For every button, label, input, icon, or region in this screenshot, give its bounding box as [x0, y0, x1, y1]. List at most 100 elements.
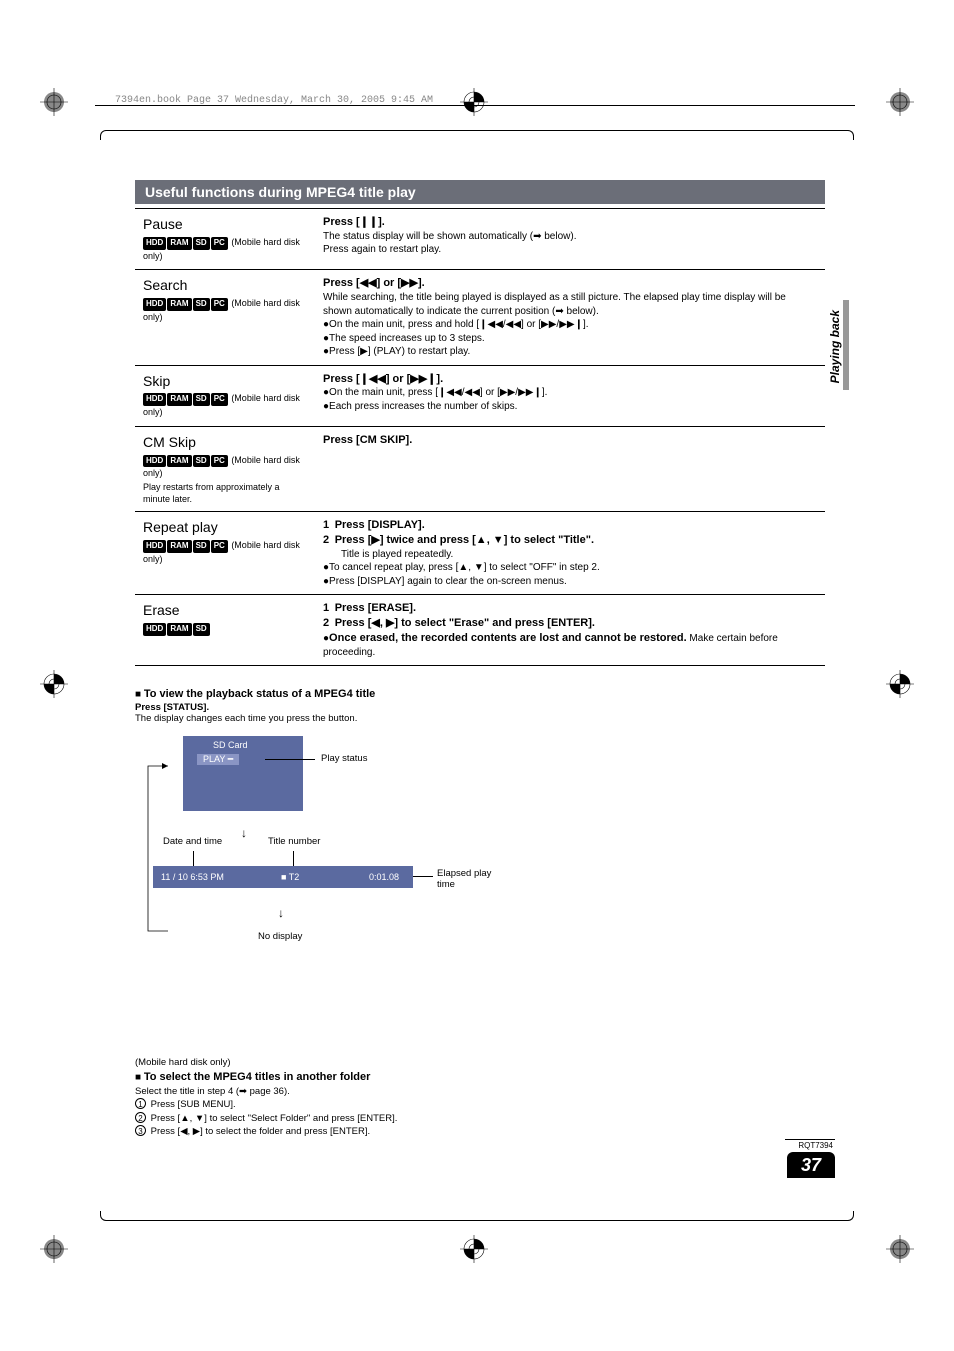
side-tab-marker [843, 300, 849, 390]
media-tag: HDD [143, 237, 166, 250]
page-frame-bottom [100, 1211, 854, 1221]
media-tag: HDD [143, 393, 166, 406]
loop-arrow-icon [128, 761, 178, 941]
folder-heading: To select the MPEG4 titles in another fo… [135, 1070, 825, 1085]
media-tag: RAM [167, 455, 191, 468]
function-instruction-bold: Press [◀◀] or [▶▶]. [323, 277, 425, 289]
callout-line [193, 851, 194, 866]
alignment-mark-icon [886, 670, 914, 698]
function-line: ●Press [DISPLAY] again to clear the on-s… [323, 575, 817, 589]
osd-box-bottom: 11 / 10 6:53 PM ■ T2 0:01.08 [153, 866, 413, 888]
function-cell-left: Erase HDDRAMSD [135, 595, 315, 666]
registration-mark-icon [40, 1235, 68, 1263]
function-title: Pause [143, 215, 307, 234]
function-cell-right: Press [❙❙]. The status display will be sh… [315, 209, 825, 270]
registration-mark-icon [886, 1235, 914, 1263]
status-press: Press [STATUS]. [135, 702, 209, 713]
registration-mark-icon [40, 88, 68, 116]
osd-play-label: PLAY ━ [197, 754, 239, 765]
media-tag: SD [193, 298, 210, 311]
function-cell-right: 1 Press [DISPLAY].2 Press [▶] twice and … [315, 512, 825, 595]
media-tag: RAM [167, 540, 191, 553]
function-instruction-bold: Press [❙❙]. [323, 216, 385, 228]
function-line: ●Each press increases the number of skip… [323, 400, 817, 414]
media-tag: SD [193, 393, 210, 406]
page-frame-top [100, 130, 854, 140]
function-line: ●On the main unit, press [❙◀◀/◀◀] or [▶▶… [323, 386, 817, 400]
media-tag: HDD [143, 298, 166, 311]
media-tag: HDD [143, 540, 166, 553]
media-tag: HDD [143, 455, 166, 468]
function-cell-right: Press [❙◀◀] or [▶▶❙].●On the main unit, … [315, 365, 825, 426]
media-tag: SD [193, 455, 210, 468]
function-line: ●Once erased, the recorded contents are … [323, 631, 817, 659]
function-title: Repeat play [143, 518, 307, 537]
media-tag: PC [211, 298, 228, 311]
page-number: 37 [787, 1152, 835, 1178]
media-tag: SD [193, 623, 210, 636]
function-line: ●On the main unit, press and hold [❙◀◀/◀… [323, 318, 817, 332]
function-sub2: Play restarts from approximately a minut… [143, 481, 307, 505]
media-tag: PC [211, 455, 228, 468]
folder-line1: Select the title in step 4 (➡ page 36). [135, 1085, 825, 1098]
function-line: ●Press [▶] (PLAY) to restart play. [323, 345, 817, 359]
media-tag: PC [211, 393, 228, 406]
alignment-mark-icon [460, 1235, 488, 1263]
osd-box-top: SD Card PLAY ━ [183, 736, 303, 811]
function-title: CM Skip [143, 433, 307, 452]
function-line: While searching, the title being played … [323, 291, 817, 318]
function-line: The status display will be shown automat… [323, 230, 817, 244]
rqt-rule [785, 1139, 835, 1140]
folder-step: 3 Press [◀, ▶] to select the folder and … [135, 1125, 825, 1138]
rqt-code: RQT7394 [798, 1141, 833, 1150]
function-cell-right: Press [CM SKIP]. [315, 426, 825, 511]
alignment-mark-icon [40, 670, 68, 698]
title-number-label: Title number [268, 836, 320, 847]
down-arrow-icon: ↓ [241, 826, 247, 840]
function-title: Skip [143, 372, 307, 391]
folder-step: 2 Press [▲, ▼] to select "Select Folder"… [135, 1112, 825, 1125]
function-title: Search [143, 276, 307, 295]
folder-subsection: (Mobile hard disk only) To select the MP… [135, 1056, 825, 1138]
function-cell-left: Repeat play HDDRAMSDPC (Mobile hard disk… [135, 512, 315, 595]
section-header: Useful functions during MPEG4 title play [135, 180, 825, 204]
elapsed-play-time-label: Elapsed play time [437, 868, 507, 890]
status-subsection: To view the playback status of a MPEG4 t… [135, 688, 825, 966]
media-tag: RAM [167, 298, 191, 311]
status-desc: The display changes each time you press … [135, 713, 825, 724]
status-heading: To view the playback status of a MPEG4 t… [135, 688, 825, 700]
osd-sd-card-label: SD Card [213, 740, 248, 750]
callout-line [413, 876, 433, 877]
function-cell-right: Press [◀◀] or [▶▶]. While searching, the … [315, 270, 825, 365]
no-display-label: No display [258, 931, 302, 942]
osd-title-value: ■ T2 [273, 866, 307, 888]
functions-table: Pause HDDRAMSDPC (Mobile hard disk only)… [135, 208, 825, 666]
callout-line [293, 851, 294, 866]
osd-elapsed-value: 0:01.08 [361, 866, 407, 888]
side-tab-label: Playing back [828, 310, 842, 383]
function-cell-right: 1 Press [ERASE].2 Press [◀, ▶] to select… [315, 595, 825, 666]
folder-pre-text: (Mobile hard disk only) [135, 1056, 825, 1069]
function-instruction-bold: Press [❙◀◀] or [▶▶❙]. [323, 373, 443, 385]
folder-step: 1 Press [SUB MENU]. [135, 1098, 825, 1111]
media-tag: SD [193, 540, 210, 553]
media-tag: RAM [167, 393, 191, 406]
play-status-label: Play status [321, 753, 367, 764]
function-cell-left: Search HDDRAMSDPC (Mobile hard disk only… [135, 270, 315, 365]
function-instruction-bold: Press [CM SKIP]. [323, 434, 412, 446]
media-tag: PC [211, 540, 228, 553]
media-tag: HDD [143, 623, 166, 636]
media-tag: SD [193, 237, 210, 250]
status-diagram: SD Card PLAY ━ Play status ↓ Date and ti… [153, 736, 533, 966]
function-line: ●To cancel repeat play, press [▲, ▼] to … [323, 561, 817, 575]
alignment-mark-icon [460, 88, 488, 116]
header-rule [95, 105, 855, 106]
function-line: ●The speed increases up to 3 steps. [323, 332, 817, 346]
media-tag: RAM [167, 623, 191, 636]
down-arrow-icon: ↓ [278, 906, 284, 920]
function-line: Press again to restart play. [323, 243, 817, 257]
registration-mark-icon [886, 88, 914, 116]
callout-line [265, 759, 315, 760]
media-tag: RAM [167, 237, 191, 250]
function-cell-left: Skip HDDRAMSDPC (Mobile hard disk only) [135, 365, 315, 426]
